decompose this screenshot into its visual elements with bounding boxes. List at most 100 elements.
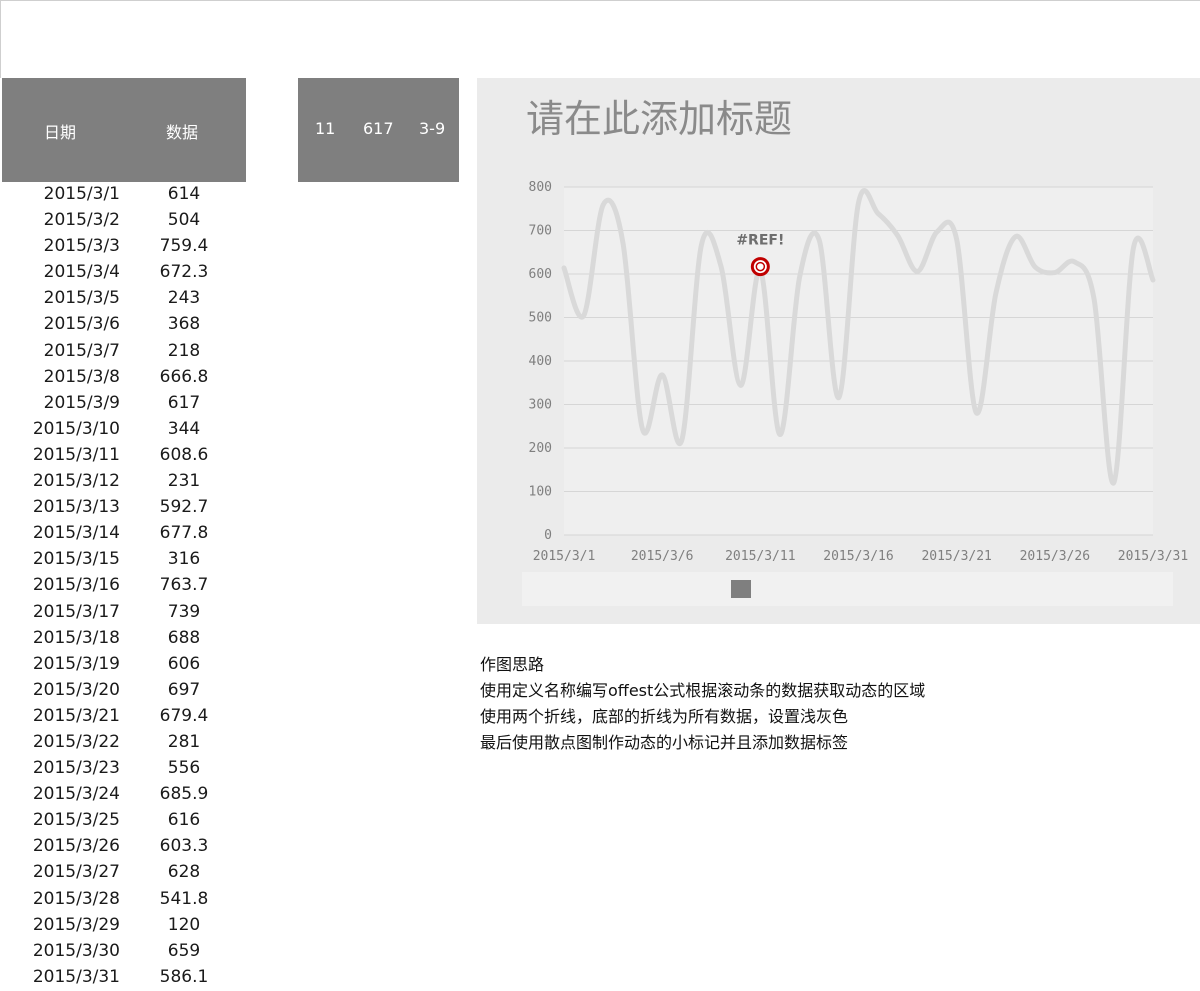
table-row[interactable]: 2015/3/21 679.4 xyxy=(2,703,246,729)
date-cell[interactable]: 2015/3/11 xyxy=(2,442,120,468)
table-row[interactable]: 2015/3/11 608.6 xyxy=(2,442,246,468)
date-cell[interactable]: 2015/3/20 xyxy=(2,677,120,703)
date-cell[interactable]: 2015/3/8 xyxy=(2,364,120,390)
table-row[interactable]: 2015/3/12 231 xyxy=(2,468,246,494)
table-row[interactable]: 2015/3/27 628 xyxy=(2,859,246,885)
date-cell[interactable]: 2015/3/2 xyxy=(2,207,120,233)
value-cell[interactable]: 759.4 xyxy=(144,233,224,259)
value-cell[interactable]: 628 xyxy=(144,859,224,885)
table-row[interactable]: 2015/3/30 659 xyxy=(2,938,246,964)
table-row[interactable]: 2015/3/8 666.8 xyxy=(2,364,246,390)
date-cell[interactable]: 2015/3/4 xyxy=(2,259,120,285)
chart-panel[interactable]: 请在此添加标题 0 100 200 300 400 500 600 700 800 2015/3/… xyxy=(477,78,1200,624)
value-cell[interactable]: 504 xyxy=(144,207,224,233)
table-row[interactable]: 2015/3/29 120 xyxy=(2,912,246,938)
table-row[interactable]: 2015/3/10 344 xyxy=(2,416,246,442)
table-row[interactable]: 2015/3/4 672.3 xyxy=(2,259,246,285)
value-cell[interactable]: 231 xyxy=(144,468,224,494)
value-cell[interactable]: 616 xyxy=(144,807,224,833)
value-cell[interactable]: 614 xyxy=(144,181,224,207)
table-row[interactable]: 2015/3/16 763.7 xyxy=(2,572,246,598)
date-cell[interactable]: 2015/3/23 xyxy=(2,755,120,781)
data-point xyxy=(562,266,566,270)
table-row[interactable]: 2015/3/7 218 xyxy=(2,338,246,364)
value-cell[interactable]: 608.6 xyxy=(144,442,224,468)
table-row[interactable]: 2015/3/22 281 xyxy=(2,729,246,755)
date-cell[interactable]: 2015/3/15 xyxy=(2,546,120,572)
date-cell[interactable]: 2015/3/19 xyxy=(2,651,120,677)
data-point xyxy=(798,275,802,279)
value-cell[interactable]: 688 xyxy=(144,625,224,651)
date-cell[interactable]: 2015/3/7 xyxy=(2,338,120,364)
date-cell[interactable]: 2015/3/27 xyxy=(2,859,120,885)
table-row[interactable]: 2015/3/26 603.3 xyxy=(2,833,246,859)
date-cell[interactable]: 2015/3/10 xyxy=(2,416,120,442)
table-row[interactable]: 2015/3/17 739 xyxy=(2,599,246,625)
date-cell[interactable]: 2015/3/3 xyxy=(2,233,120,259)
value-cell[interactable]: 685.9 xyxy=(144,781,224,807)
scrollbar-track[interactable] xyxy=(522,572,1173,606)
date-cell[interactable]: 2015/3/17 xyxy=(2,599,120,625)
date-cell[interactable]: 2015/3/30 xyxy=(2,938,120,964)
value-cell[interactable]: 586.1 xyxy=(144,964,224,990)
date-cell[interactable]: 2015/3/13 xyxy=(2,494,120,520)
table-row[interactable]: 2015/3/9 617 xyxy=(2,390,246,416)
table-row[interactable]: 2015/3/24 685.9 xyxy=(2,781,246,807)
table-row[interactable]: 2015/3/25 616 xyxy=(2,807,246,833)
date-cell[interactable]: 2015/3/6 xyxy=(2,311,120,337)
date-cell[interactable]: 2015/3/5 xyxy=(2,285,120,311)
value-cell[interactable]: 368 xyxy=(144,311,224,337)
value-cell[interactable]: 603.3 xyxy=(144,833,224,859)
date-cell[interactable]: 2015/3/21 xyxy=(2,703,120,729)
date-cell[interactable]: 2015/3/22 xyxy=(2,729,120,755)
table-row[interactable]: 2015/3/18 688 xyxy=(2,625,246,651)
value-cell[interactable]: 606 xyxy=(144,651,224,677)
data-point xyxy=(994,291,998,295)
table-row[interactable]: 2015/3/28 541.8 xyxy=(2,886,246,912)
value-cell[interactable]: 679.4 xyxy=(144,703,224,729)
date-cell[interactable]: 2015/3/26 xyxy=(2,833,120,859)
table-row[interactable]: 2015/3/1 614 xyxy=(2,181,246,207)
table-row[interactable]: 2015/3/14 677.8 xyxy=(2,520,246,546)
value-cell[interactable]: 672.3 xyxy=(144,259,224,285)
date-cell[interactable]: 2015/3/25 xyxy=(2,807,120,833)
date-cell[interactable]: 2015/3/1 xyxy=(2,181,120,207)
table-row[interactable]: 2015/3/23 556 xyxy=(2,755,246,781)
value-cell[interactable]: 541.8 xyxy=(144,886,224,912)
table-row[interactable]: 2015/3/15 316 xyxy=(2,546,246,572)
date-cell[interactable]: 2015/3/29 xyxy=(2,912,120,938)
table-row[interactable]: 2015/3/3 759.4 xyxy=(2,233,246,259)
value-cell[interactable]: 677.8 xyxy=(144,520,224,546)
value-cell[interactable]: 739 xyxy=(144,599,224,625)
value-cell[interactable]: 666.8 xyxy=(144,364,224,390)
value-cell[interactable]: 592.7 xyxy=(144,494,224,520)
value-cell[interactable]: 763.7 xyxy=(144,572,224,598)
value-cell[interactable]: 697 xyxy=(144,677,224,703)
value-cell[interactable]: 120 xyxy=(144,912,224,938)
date-cell[interactable]: 2015/3/24 xyxy=(2,781,120,807)
value-cell[interactable]: 344 xyxy=(144,416,224,442)
date-cell[interactable]: 2015/3/12 xyxy=(2,468,120,494)
value-cell[interactable]: 556 xyxy=(144,755,224,781)
value-cell[interactable]: 617 xyxy=(144,390,224,416)
table-row[interactable]: 2015/3/6 368 xyxy=(2,311,246,337)
table-row[interactable]: 2015/3/13 592.7 xyxy=(2,494,246,520)
date-cell[interactable]: 2015/3/16 xyxy=(2,572,120,598)
table-row[interactable]: 2015/3/19 606 xyxy=(2,651,246,677)
data-point xyxy=(935,230,939,234)
scrollbar-thumb[interactable] xyxy=(731,580,751,598)
value-cell[interactable]: 659 xyxy=(144,938,224,964)
table-row[interactable]: 2015/3/5 243 xyxy=(2,285,246,311)
value-cell[interactable]: 316 xyxy=(144,546,224,572)
date-cell[interactable]: 2015/3/31 xyxy=(2,964,120,990)
value-cell[interactable]: 218 xyxy=(144,338,224,364)
date-cell[interactable]: 2015/3/28 xyxy=(2,886,120,912)
table-row[interactable]: 2015/3/2 504 xyxy=(2,207,246,233)
date-cell[interactable]: 2015/3/18 xyxy=(2,625,120,651)
table-row[interactable]: 2015/3/31 586.1 xyxy=(2,964,246,990)
value-cell[interactable]: 243 xyxy=(144,285,224,311)
date-cell[interactable]: 2015/3/9 xyxy=(2,390,120,416)
date-cell[interactable]: 2015/3/14 xyxy=(2,520,120,546)
value-cell[interactable]: 281 xyxy=(144,729,224,755)
table-row[interactable]: 2015/3/20 697 xyxy=(2,677,246,703)
